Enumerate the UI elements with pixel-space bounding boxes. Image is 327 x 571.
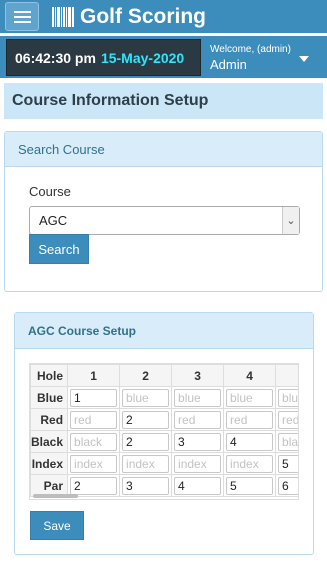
- table-cell: 1: [67, 386, 121, 409]
- cell-input[interactable]: blue: [174, 388, 222, 407]
- cell-input[interactable]: red: [174, 410, 222, 429]
- cell-input[interactable]: 1: [70, 388, 118, 407]
- cell-input[interactable]: black: [278, 432, 298, 451]
- table-cell: 2: [119, 430, 173, 453]
- cell-input[interactable]: 5: [226, 476, 274, 495]
- hole-header-row: Hole 1 2 3 4 5: [30, 364, 298, 387]
- cell-input[interactable]: 2: [122, 432, 170, 451]
- course-setup-table: Hole 1 2 3 4 5 Blue1blueblueblueblueRedr…: [30, 364, 298, 497]
- user-menu[interactable]: Welcome, (admin) Admin: [203, 39, 321, 76]
- clock-date: 15-May-2020: [100, 49, 185, 66]
- table-cell: red: [67, 408, 121, 431]
- search-button[interactable]: Search: [29, 234, 89, 264]
- welcome-text: Welcome, (admin): [210, 44, 291, 55]
- info-bar: 06:42:30 pm 15-May-2020 Welcome, (admin)…: [0, 36, 327, 78]
- page-title: Course Information Setup: [12, 92, 209, 109]
- cell-input[interactable]: index: [226, 454, 274, 473]
- clock-display: 06:42:30 pm 15-May-2020: [6, 39, 201, 76]
- table-cell: 5: [223, 474, 277, 497]
- table-cell: 5: [275, 452, 298, 475]
- table-cell: blue: [119, 386, 173, 409]
- course-select[interactable]: AGC ⌄: [29, 206, 300, 235]
- search-course-panel: Search Course Course AGC ⌄ Search: [4, 131, 323, 292]
- cell-input[interactable]: blue: [122, 388, 170, 407]
- corner-header: Hole: [30, 364, 69, 387]
- cell-input[interactable]: 5: [278, 454, 298, 473]
- course-setup-panel: AGC Course Setup Hole 1 2 3 4 5 Blue1blu…: [14, 312, 314, 555]
- hole-header: 2: [119, 364, 173, 387]
- table-cell: blue: [275, 386, 298, 409]
- table-cell: blue: [171, 386, 225, 409]
- hole-header: 5: [275, 364, 298, 387]
- cell-input[interactable]: blue: [226, 388, 274, 407]
- table-cell: red: [275, 408, 298, 431]
- table-cell: 4: [223, 430, 277, 453]
- hamburger-menu-icon[interactable]: [5, 2, 39, 31]
- course-select-value: AGC: [39, 213, 68, 228]
- table-cell: 2: [119, 408, 173, 431]
- hole-header: 1: [67, 364, 121, 387]
- cell-input[interactable]: 3: [122, 476, 170, 495]
- cell-input[interactable]: 2: [70, 476, 118, 495]
- table-row: Blue1blueblueblueblue: [30, 386, 298, 409]
- cell-input[interactable]: 4: [174, 476, 222, 495]
- row-label: Index: [30, 452, 69, 475]
- clock-time: 06:42:30 pm: [15, 49, 96, 66]
- cell-input[interactable]: 4: [226, 432, 274, 451]
- table-cell: index: [119, 452, 173, 475]
- row-label: Red: [30, 408, 69, 431]
- row-label: Black: [30, 430, 69, 453]
- table-cell: 3: [119, 474, 173, 497]
- table-row: Index index index index index 5: [30, 452, 298, 475]
- app-title: Golf Scoring: [80, 5, 206, 28]
- cell-input[interactable]: black: [70, 432, 118, 451]
- table-cell: index: [67, 452, 121, 475]
- setup-panel-heading: AGC Course Setup: [15, 313, 313, 349]
- cell-input[interactable]: index: [70, 454, 118, 473]
- hole-header: 3: [171, 364, 225, 387]
- save-button[interactable]: Save: [30, 511, 84, 540]
- table-cell: 4: [171, 474, 225, 497]
- table-cell: blue: [223, 386, 277, 409]
- table-row: Red red 2 red red red: [30, 408, 298, 431]
- cell-input[interactable]: 3: [174, 432, 222, 451]
- search-panel-heading: Search Course: [5, 132, 322, 167]
- course-label: Course: [29, 184, 71, 199]
- cell-input[interactable]: 2: [122, 410, 170, 429]
- cell-input[interactable]: red: [70, 410, 118, 429]
- table-cell: 3: [171, 430, 225, 453]
- table-cell: index: [171, 452, 225, 475]
- table-cell: red: [171, 408, 225, 431]
- page-title-bar: Course Information Setup: [4, 83, 323, 119]
- score-table-scroll[interactable]: Hole 1 2 3 4 5 Blue1blueblueblueblueRedr…: [29, 363, 299, 500]
- horizontal-scrollbar[interactable]: [33, 494, 78, 498]
- table-cell: black: [275, 430, 298, 453]
- table-row: Blackblack234black: [30, 430, 298, 453]
- table-cell: index: [223, 452, 277, 475]
- cell-input[interactable]: red: [278, 410, 298, 429]
- cell-input[interactable]: index: [122, 454, 170, 473]
- cell-input[interactable]: red: [226, 410, 274, 429]
- row-label: Blue: [30, 386, 69, 409]
- table-cell: black: [67, 430, 121, 453]
- table-cell: red: [223, 408, 277, 431]
- barcode-icon: [52, 7, 74, 27]
- hole-header: 4: [223, 364, 277, 387]
- username: Admin: [210, 57, 247, 72]
- table-cell: 6: [275, 474, 298, 497]
- cell-input[interactable]: index: [174, 454, 222, 473]
- top-navbar: Golf Scoring: [0, 0, 327, 33]
- cell-input[interactable]: 6: [278, 476, 298, 495]
- chevron-down-icon[interactable]: ⌄: [282, 207, 299, 234]
- cell-input[interactable]: blue: [278, 388, 298, 407]
- caret-down-icon[interactable]: [299, 56, 309, 62]
- brand[interactable]: Golf Scoring: [52, 3, 206, 31]
